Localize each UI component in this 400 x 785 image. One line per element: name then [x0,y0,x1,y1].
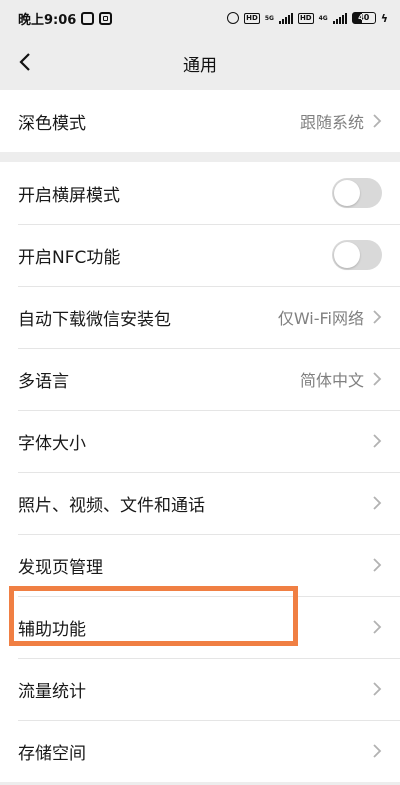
alarm-icon [227,12,240,24]
battery-level: 40 [358,13,370,22]
row-value: 跟随系统 [299,113,364,132]
status-bar-left: 晚上9:06 [18,9,113,28]
app-notification-icon [99,11,113,25]
row-media[interactable]: 照片、视频、文件和通话 [0,472,400,534]
battery-icon: 40 [351,12,376,24]
row-dark-mode[interactable]: 深色模式 跟随系统 [0,90,400,152]
chevron-right-icon [373,682,382,696]
row-label: 深色模式 [18,113,86,134]
signal-icon [278,12,293,24]
row-label: 发现页管理 [18,557,103,578]
row-label: 自动下载微信安装包 [18,309,171,330]
row-right: 简体中文 [300,367,382,391]
row-label: 辅助功能 [18,619,86,640]
toggle-knob [334,180,360,206]
settings-group-general: 开启横屏模式 开启NFC功能 自动下载微信安装包 仅Wi-Fi网络 多语言 简体… [0,162,400,782]
page-title: 通用 [183,55,217,76]
row-landscape-mode[interactable]: 开启横屏模式 [0,162,400,224]
charging-icon: ϟ [380,11,388,25]
status-bar-right: HD 5G HD 4G 40 ϟ [227,12,388,25]
chevron-right-icon [373,744,382,758]
row-accessibility[interactable]: 辅助功能 [0,596,400,658]
hd-icon: HD [244,12,260,24]
row-discover-management[interactable]: 发现页管理 [0,534,400,596]
settings-group-display: 深色模式 跟随系统 [0,90,400,152]
chevron-right-icon [373,558,382,572]
row-language[interactable]: 多语言 简体中文 [0,348,400,410]
row-label: 流量统计 [18,681,86,702]
clock-text: 晚上9:06 [18,12,77,28]
row-value: 仅Wi-Fi网络 [277,309,364,328]
status-bar: 晚上9:06 HD 5G HD 4G 40 ϟ [0,0,400,36]
row-label: 字体大小 [18,433,86,454]
row-font-size[interactable]: 字体大小 [0,410,400,472]
network-4g-label: 4G [318,14,328,22]
chevron-right-icon [373,620,382,634]
row-auto-download[interactable]: 自动下载微信安装包 仅Wi-Fi网络 [0,286,400,348]
chevron-right-icon [373,372,382,386]
row-label: 开启NFC功能 [18,247,121,268]
chevron-left-icon[interactable] [14,50,38,74]
row-data-usage[interactable]: 流量统计 [0,658,400,720]
notification-icon [81,11,95,25]
landscape-toggle[interactable] [332,178,382,208]
hd-icon-2: HD [297,12,314,24]
network-5g-label: 5G [264,14,274,22]
nfc-toggle[interactable] [332,240,382,270]
row-label: 开启横屏模式 [18,185,120,206]
row-value: 简体中文 [299,371,364,390]
row-label: 存储空间 [18,743,86,764]
row-storage[interactable]: 存储空间 [0,720,400,782]
signal-icon-2 [332,12,347,24]
toggle-knob [334,242,360,268]
row-right: 跟随系统 [300,109,382,133]
row-nfc[interactable]: 开启NFC功能 [0,224,400,286]
chevron-right-icon [373,496,382,510]
chevron-right-icon [373,310,382,324]
chevron-right-icon [373,114,382,128]
row-label: 多语言 [18,371,69,392]
row-label: 照片、视频、文件和通话 [18,495,205,516]
nav-bar: 通用 [0,36,400,90]
row-right: 仅Wi-Fi网络 [278,305,382,329]
chevron-right-icon [373,434,382,448]
